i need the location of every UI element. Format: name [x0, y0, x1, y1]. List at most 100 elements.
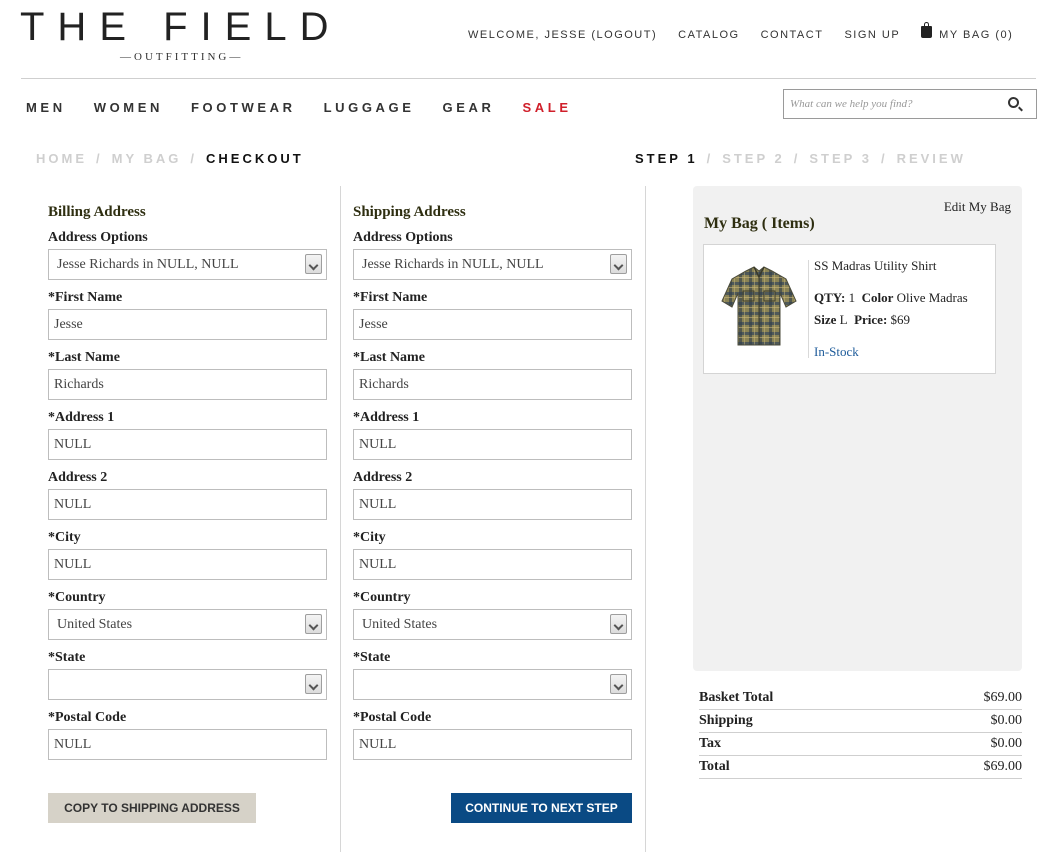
billing-first-name-input[interactable]	[54, 316, 326, 333]
billing-country-select[interactable]: United States	[48, 609, 327, 640]
billing-state-select[interactable]	[48, 669, 327, 700]
total-label: Total	[699, 759, 730, 774]
shipping-address2-field	[353, 489, 632, 520]
billing-postal-input[interactable]	[54, 736, 326, 753]
shipping-last-name-label: *Last Name	[353, 350, 425, 365]
nav-sale[interactable]: SALE	[523, 100, 572, 115]
column-divider	[340, 186, 341, 852]
shipping-address-form: Shipping Address Address Options Jesse R…	[353, 204, 633, 760]
order-totals: Basket Total $69.00 Shipping $0.00 Tax $…	[699, 687, 1022, 779]
billing-last-name-input[interactable]	[54, 376, 326, 393]
shipping-city-field	[353, 549, 632, 580]
billing-options-value: Jesse Richards in NULL, NULL	[57, 256, 239, 272]
header-divider	[21, 78, 1036, 79]
step-1: STEP 1	[635, 151, 698, 166]
nav-men[interactable]: MEN	[26, 100, 66, 115]
shipping-postal-input[interactable]	[359, 736, 631, 753]
billing-state-label: *State	[48, 650, 86, 665]
continue-next-step-button[interactable]: CONTINUE TO NEXT STEP	[451, 793, 632, 823]
billing-address-options-select[interactable]: Jesse Richards in NULL, NULL	[48, 249, 327, 280]
billing-address2-field	[48, 489, 327, 520]
copy-to-shipping-button[interactable]: COPY TO SHIPPING ADDRESS	[48, 793, 256, 823]
basket-total-row: Basket Total $69.00	[699, 687, 1022, 710]
shipping-address1-field	[353, 429, 632, 460]
step-3: STEP 3	[809, 151, 872, 166]
shipping-options-label: Address Options	[353, 230, 453, 245]
breadcrumb-checkout: CHECKOUT	[206, 151, 304, 166]
shipping-country-value: United States	[362, 616, 438, 632]
tax-value: $0.00	[990, 736, 1023, 751]
basket-total-value: $69.00	[983, 690, 1023, 705]
total-value: $69.00	[983, 759, 1023, 774]
shipping-postal-label: *Postal Code	[353, 710, 432, 725]
breadcrumb-separator: /	[96, 151, 103, 166]
checkout-steps: STEP 1 / STEP 2 / STEP 3 / REVIEW	[635, 151, 966, 166]
stock-status: In-Stock	[814, 344, 859, 359]
billing-postal-field	[48, 729, 327, 760]
billing-country-label: *Country	[48, 590, 106, 605]
breadcrumb-home[interactable]: HOME	[36, 151, 87, 166]
total-row: Total $69.00	[699, 756, 1022, 779]
nav-gear[interactable]: GEAR	[443, 100, 495, 115]
breadcrumb-separator: /	[190, 151, 198, 166]
column-divider	[645, 186, 646, 852]
billing-title: Billing Address	[48, 204, 146, 220]
shipping-country-select[interactable]: United States	[353, 609, 632, 640]
step-separator: /	[793, 151, 801, 166]
search-box	[783, 89, 1037, 119]
shipping-last-name-field	[353, 369, 632, 400]
my-bag-link[interactable]: MY BAG (0)	[921, 22, 1014, 41]
my-bag-label: MY BAG (0)	[939, 29, 1014, 41]
billing-first-name-label: *First Name	[48, 290, 123, 305]
color-value: Olive Madras	[896, 290, 968, 305]
billing-address2-input[interactable]	[54, 496, 326, 513]
qty-value: 1	[848, 290, 856, 305]
shipping-title: Shipping Address	[353, 204, 466, 220]
shipping-address1-label: *Address 1	[353, 410, 420, 425]
nav-footwear[interactable]: FOOTWEAR	[191, 100, 296, 115]
size-label: Size	[814, 312, 837, 327]
search-input[interactable]	[784, 90, 994, 118]
price-value: $69	[890, 312, 911, 327]
billing-country-value: United States	[57, 616, 133, 632]
item-qty-color-row: QTY: 1 Color Olive Madras	[814, 290, 968, 312]
nav-women[interactable]: WOMEN	[94, 100, 163, 115]
chevron-down-icon	[305, 254, 322, 274]
shipping-address-options-select[interactable]: Jesse Richards in NULL, NULL	[353, 249, 632, 280]
size-value: L	[839, 312, 848, 327]
shipping-city-input[interactable]	[359, 556, 631, 573]
breadcrumb-my-bag[interactable]: MY BAG	[112, 151, 182, 166]
contact-link[interactable]: CONTACT	[761, 29, 824, 41]
search-icon[interactable]	[1008, 97, 1019, 108]
site-logo[interactable]: THE FIELD —OUTFITTING—	[20, 7, 378, 63]
billing-options-label: Address Options	[48, 230, 148, 245]
billing-city-field	[48, 549, 327, 580]
tax-label: Tax	[699, 736, 722, 751]
welcome-logout-link[interactable]: WELCOME, JESSE (LOGOUT)	[468, 29, 657, 41]
basket-total-label: Basket Total	[699, 690, 774, 705]
shopping-bag-icon	[921, 22, 933, 38]
shipping-state-select[interactable]	[353, 669, 632, 700]
billing-first-name-field	[48, 309, 327, 340]
bag-item-card: SS Madras Utility Shirt QTY: 1 Color Oli…	[703, 244, 996, 374]
shipping-first-name-input[interactable]	[359, 316, 631, 333]
product-image[interactable]	[716, 259, 802, 355]
billing-city-input[interactable]	[54, 556, 326, 573]
shipping-last-name-input[interactable]	[359, 376, 631, 393]
qty-label: QTY:	[814, 290, 846, 305]
breadcrumb: HOME / MY BAG / CHECKOUT	[36, 151, 304, 166]
catalog-link[interactable]: CATALOG	[678, 29, 739, 41]
billing-address1-label: *Address 1	[48, 410, 115, 425]
billing-address1-input[interactable]	[54, 436, 326, 453]
item-size-price-row: Size L Price: $69	[814, 312, 968, 334]
shipping-options-value: Jesse Richards in NULL, NULL	[362, 256, 544, 272]
chevron-down-icon	[305, 614, 322, 634]
shipping-address2-input[interactable]	[359, 496, 631, 513]
edit-my-bag-link[interactable]: Edit My Bag	[944, 199, 1011, 215]
shipping-label: Shipping	[699, 713, 753, 728]
billing-city-label: *City	[48, 530, 81, 545]
item-name[interactable]: SS Madras Utility Shirt	[814, 258, 968, 280]
shipping-address1-input[interactable]	[359, 436, 631, 453]
sign-up-link[interactable]: SIGN UP	[844, 29, 900, 41]
nav-luggage[interactable]: LUGGAGE	[324, 100, 415, 115]
